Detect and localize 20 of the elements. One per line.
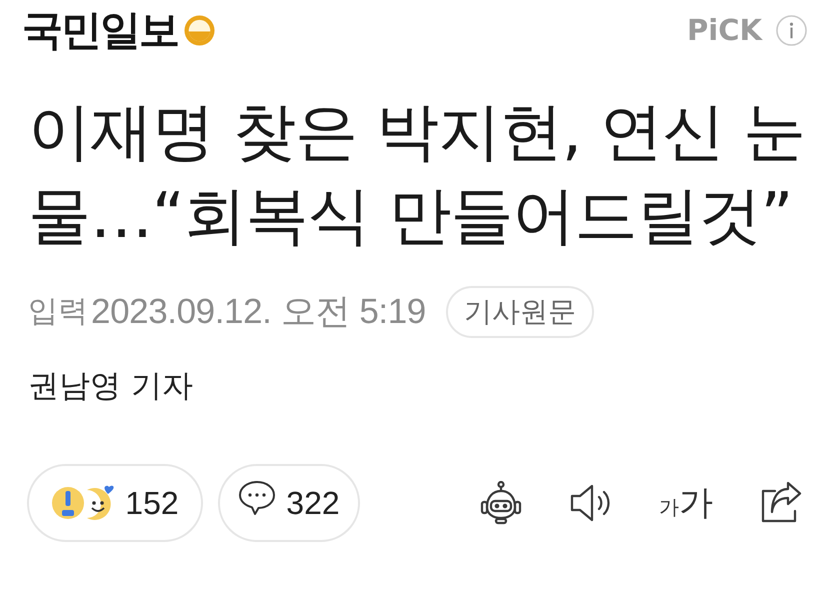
share-icon xyxy=(759,481,803,525)
input-label: 입력 xyxy=(28,294,88,330)
reaction-button[interactable]: 152 xyxy=(27,464,203,542)
pick-label: PiCK xyxy=(687,12,762,48)
article-headline: 이재명 찾은 박지현, 연신 눈물…“회복식 만들어드릴것” xyxy=(27,94,806,254)
robot-button[interactable] xyxy=(479,481,523,525)
share-button[interactable] xyxy=(759,481,803,525)
reaction-count: 152 xyxy=(125,484,179,522)
original-article-button[interactable]: 기사원문 xyxy=(446,286,594,338)
exclamation-emoji-icon xyxy=(51,484,86,522)
comment-bubble-icon xyxy=(238,479,276,517)
comment-button[interactable]: 322 xyxy=(218,464,360,542)
info-icon[interactable] xyxy=(776,14,807,46)
reporter-byline: 권남영 기자 xyxy=(28,368,193,404)
comment-count: 322 xyxy=(286,484,340,522)
font-size-button[interactable]: 가가 xyxy=(659,480,713,526)
robot-icon xyxy=(479,481,523,525)
emblem-icon xyxy=(184,14,215,46)
newspaper-logo: 국민일보 xyxy=(22,7,178,53)
published-date: 2023.09.12. 오전 5:19 xyxy=(91,293,426,331)
